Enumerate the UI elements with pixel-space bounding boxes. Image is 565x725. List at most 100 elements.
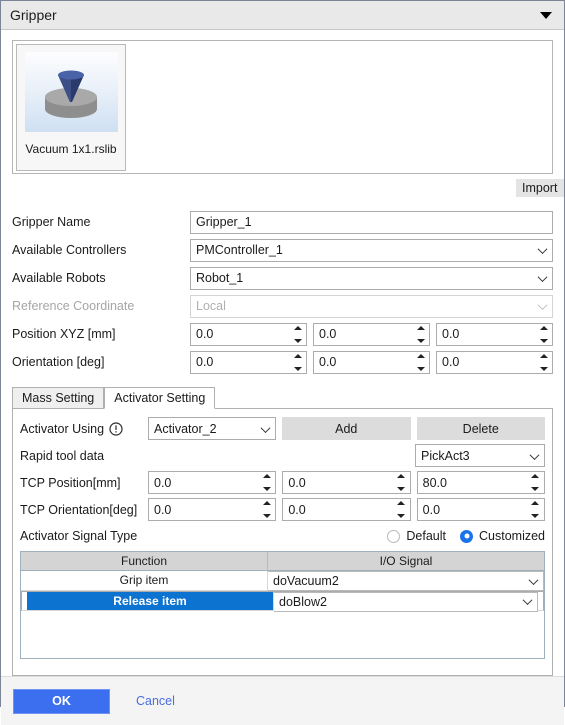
orientation-fields	[190, 350, 553, 374]
row-tcp-orientation: TCP Orientation[deg]	[20, 496, 545, 523]
row-io-signal-cell[interactable]	[274, 592, 538, 612]
activator-using-select[interactable]	[148, 417, 276, 440]
column-header-function: Function	[21, 552, 268, 570]
tcp-position-x-stepper[interactable]	[148, 471, 277, 494]
gripper-name-field[interactable]	[190, 210, 553, 234]
row-activator-using: Activator Using Add Dele	[20, 415, 545, 442]
vacuum-gripper-thumbnail	[24, 52, 118, 132]
tcp-orientation-ry-stepper[interactable]	[282, 498, 411, 521]
orientation-rz-input[interactable]	[436, 350, 553, 374]
dialog-title: Gripper	[10, 7, 57, 23]
tcp-orientation-rz-input[interactable]	[416, 498, 545, 521]
dialog-titlebar: Gripper	[1, 1, 564, 30]
gripper-dialog: Gripper Vacuum 1x1.rslib Import Gripper …	[0, 0, 565, 725]
row-function-cell: Grip item	[21, 571, 268, 590]
row-available-controllers: Available Controllers	[12, 236, 553, 264]
radio-customized-label: Customized	[479, 529, 545, 543]
position-y-stepper[interactable]	[313, 322, 430, 346]
io-signal-select[interactable]	[274, 592, 538, 612]
gripper-library-gallery[interactable]: Vacuum 1x1.rslib	[12, 40, 553, 174]
orientation-ry-input[interactable]	[313, 350, 430, 374]
tcp-position-fields	[148, 471, 545, 494]
tcp-orientation-rz-stepper[interactable]	[416, 498, 545, 521]
signal-table-header: Function I/O Signal	[21, 552, 544, 571]
position-z-input[interactable]	[436, 322, 553, 346]
gripper-name-input[interactable]	[190, 210, 553, 234]
gripper-name-label: Gripper Name	[12, 215, 91, 229]
settings-tabstrip: Mass Setting Activator Setting	[12, 386, 553, 409]
signal-table: Function I/O Signal Grip item Release it…	[20, 551, 545, 659]
activator-signal-type-label: Activator Signal Type	[20, 529, 138, 543]
tcp-position-z-input[interactable]	[416, 471, 545, 494]
activator-setting-panel: Activator Using Add Dele	[12, 408, 553, 676]
activator-using-label: Activator Using	[20, 422, 148, 436]
dialog-body: Vacuum 1x1.rslib Import Gripper Name Ava…	[1, 30, 564, 676]
orientation-rx-input[interactable]	[190, 350, 307, 374]
orientation-ry-stepper[interactable]	[313, 350, 430, 374]
available-robots-field[interactable]	[190, 266, 553, 290]
activator-using-text: Activator Using	[20, 421, 105, 436]
ok-button[interactable]: OK	[13, 688, 110, 714]
table-row[interactable]: Release item	[21, 591, 544, 612]
tcp-position-x-input[interactable]	[148, 471, 277, 494]
row-orientation: Orientation [deg]	[12, 348, 553, 376]
tcp-orientation-label: TCP Orientation[deg]	[20, 502, 138, 517]
orientation-rz-stepper[interactable]	[436, 350, 553, 374]
library-item-vacuum[interactable]: Vacuum 1x1.rslib	[16, 44, 126, 171]
tcp-position-z-stepper[interactable]	[416, 471, 545, 494]
row-position-xyz: Position XYZ [mm]	[12, 320, 553, 348]
activator-using-field[interactable]	[148, 417, 276, 440]
tcp-position-y-stepper[interactable]	[282, 471, 411, 494]
radio-customized-indicator[interactable]	[460, 529, 473, 543]
tcp-orientation-rx-stepper[interactable]	[148, 498, 277, 521]
available-controllers-label: Available Controllers	[12, 243, 127, 257]
available-controllers-field[interactable]	[190, 238, 553, 262]
orientation-rx-stepper[interactable]	[190, 350, 307, 374]
gripper-form: Gripper Name Available Controllers Avail…	[12, 208, 553, 376]
position-xyz-fields	[190, 322, 553, 346]
rapid-tool-data-select[interactable]	[415, 444, 545, 467]
row-reference-coordinate: Reference Coordinate	[12, 292, 553, 320]
row-available-robots: Available Robots	[12, 264, 553, 292]
row-io-signal-cell[interactable]	[268, 571, 544, 591]
position-x-stepper[interactable]	[190, 322, 307, 346]
tcp-position-label: TCP Position[mm]	[20, 475, 121, 490]
delete-activator-button[interactable]: Delete	[416, 417, 545, 440]
position-z-stepper[interactable]	[436, 322, 553, 346]
position-xyz-label: Position XYZ [mm]	[12, 327, 116, 341]
available-robots-label: Available Robots	[12, 271, 106, 285]
column-header-io-signal: I/O Signal	[379, 554, 433, 568]
exclamation-circle-icon	[109, 421, 123, 436]
position-y-input[interactable]	[313, 322, 430, 346]
radio-default-label: Default	[406, 529, 446, 543]
reference-coordinate-select	[190, 294, 553, 318]
tcp-orientation-ry-input[interactable]	[282, 498, 411, 521]
rapid-tool-data-field[interactable]	[415, 444, 545, 467]
row-rapid-tool-data: Rapid tool data	[20, 442, 545, 469]
table-row[interactable]: Grip item	[21, 571, 544, 591]
available-robots-select[interactable]	[190, 266, 553, 290]
tab-activator-setting[interactable]: Activator Setting	[104, 387, 216, 409]
row-gripper-name: Gripper Name	[12, 208, 553, 236]
caret-down-icon[interactable]	[540, 11, 552, 19]
position-x-input[interactable]	[190, 322, 307, 346]
available-controllers-select[interactable]	[190, 238, 553, 262]
row-tcp-position: TCP Position[mm]	[20, 469, 545, 496]
dialog-footer: OK Cancel	[1, 676, 564, 725]
io-signal-select[interactable]	[268, 571, 544, 591]
import-button[interactable]: Import	[516, 179, 564, 197]
tcp-position-y-input[interactable]	[282, 471, 411, 494]
tcp-orientation-fields	[148, 498, 545, 521]
tcp-orientation-rx-input[interactable]	[148, 498, 277, 521]
add-activator-button[interactable]: Add	[282, 417, 411, 440]
cancel-button[interactable]: Cancel	[136, 694, 175, 708]
row-activator-signal-type: Activator Signal Type Default Customized	[20, 523, 545, 549]
tab-mass-setting[interactable]: Mass Setting	[12, 387, 105, 408]
rapid-tool-data-label: Rapid tool data	[20, 448, 105, 463]
reference-coordinate-label: Reference Coordinate	[12, 299, 135, 313]
radio-default-indicator[interactable]	[387, 529, 401, 543]
reference-coordinate-field	[190, 294, 553, 318]
radio-default[interactable]: Default	[387, 529, 446, 543]
radio-customized[interactable]: Customized	[460, 529, 545, 543]
import-row: Import	[12, 177, 564, 199]
